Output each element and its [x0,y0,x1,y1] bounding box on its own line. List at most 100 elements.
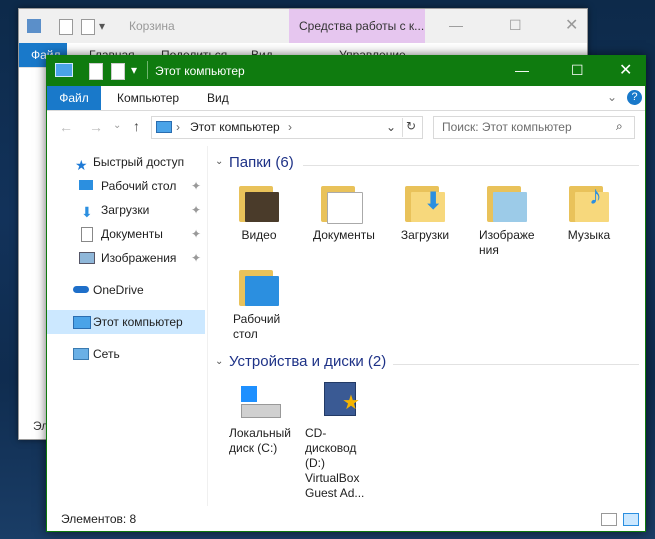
virtualbox-cd-icon: ★ [320,382,360,420]
folder-item-music[interactable]: ♪ Музыка [549,182,629,243]
computer-icon [156,121,172,133]
drive-item-cd-d[interactable]: ★ CD-дисковод (D:) VirtualBox Guest Ad..… [305,382,375,501]
sidebar-item-label: Загрузки [101,203,150,217]
breadcrumb-chevron-icon[interactable]: › [288,120,292,134]
search-input[interactable]: Поиск: Этот компьютер ⌕ [433,116,635,139]
drive-label: CD-дисковод (D:) VirtualBox Guest Ad... [305,426,365,500]
item-count: Элементов: 8 [61,512,137,526]
quick-access-dropdown-icon[interactable]: ▾ [99,19,105,33]
properties-icon [59,19,73,35]
documents-folder-icon [321,184,363,224]
search-placeholder: Поиск: Этот компьютер [442,120,572,134]
search-icon[interactable]: ⌕ [616,119,623,134]
large-icons-view-icon[interactable] [623,513,639,526]
address-dropdown-icon[interactable]: ⌄ [386,120,396,134]
group-divider [393,364,639,365]
details-view-icon[interactable] [601,513,617,526]
content-area: ⌄ Папки (6) Видео Документы ⬇ Загрузки И… [207,146,643,506]
pin-icon[interactable]: ✦ [191,246,201,270]
sidebar-item-label: Быстрый доступ [93,155,185,169]
sidebar-item-label: Рабочий стол [101,179,177,193]
refresh-icon[interactable]: ↻ [406,119,416,133]
forward-arrow-icon[interactable]: → [89,119,103,135]
expand-ribbon-icon[interactable]: ⌄ [607,90,617,104]
group-title-devices[interactable]: Устройства и диски (2) [229,353,386,370]
music-folder-icon: ♪ [569,182,609,222]
recent-dropdown-icon[interactable]: ⌄ [113,120,121,131]
pin-icon[interactable]: ✦ [191,174,201,198]
back-arrow-icon[interactable]: ← [59,119,73,135]
new-folder-icon[interactable] [111,63,125,80]
sidebar-item-quick-access[interactable]: ★ Быстрый доступ [47,150,205,174]
recycle-bin-icon [27,19,41,33]
cloud-icon [73,286,89,293]
navigation-pane: ★ Быстрый доступ Рабочий стол ✦ ⬇ Загруз… [47,146,208,506]
group-title-folders[interactable]: Папки (6) [229,154,294,171]
drive-label: Локальный диск (C:) [229,426,291,455]
address-bar[interactable]: › Этот компьютер › ⌄ ↻ [151,116,423,139]
breadcrumb-chevron-icon[interactable]: › [176,120,180,134]
desktop-folder-icon [239,268,279,306]
tab-computer[interactable]: Компьютер [117,86,179,110]
address-location[interactable]: Этот компьютер [190,120,280,134]
network-icon [73,348,89,360]
sidebar-item-downloads[interactable]: ⬇ Загрузки ✦ [47,198,205,222]
folder-item-documents[interactable]: Документы [301,184,381,243]
quick-access-dropdown-icon[interactable]: ▾ [131,63,137,77]
titlebar: ▾ Этот компьютер — ☐ ✕ [47,56,645,86]
maximize-button[interactable]: ☐ [571,62,584,79]
collapse-chevron-icon[interactable]: ⌄ [215,156,223,167]
properties-icon[interactable] [89,63,103,80]
sidebar-item-label: Документы [101,227,163,241]
maximize-icon[interactable]: ☐ [509,17,522,34]
collapse-chevron-icon[interactable]: ⌄ [215,356,223,367]
windows-logo-icon [241,386,257,402]
desktop-icon [79,180,93,190]
status-bar: Элементов: 8 [47,508,645,530]
sidebar-item-pictures[interactable]: Изображения ✦ [47,246,205,270]
folder-label: Документы [313,228,375,242]
picture-icon [79,252,95,264]
pin-icon[interactable]: ✦ [191,222,201,246]
folder-label: Рабочий стол [233,312,281,341]
video-folder-icon [239,184,279,222]
tab-view[interactable]: Вид [207,86,229,110]
context-tab-label: Средства работы с к... [299,19,425,33]
sidebar-item-label: Этот компьютер [93,315,183,329]
minimize-button[interactable]: — [515,62,529,78]
help-icon[interactable]: ? [627,90,642,105]
folder-item-videos[interactable]: Видео [219,184,299,243]
sidebar-item-network[interactable]: Сеть [47,342,205,366]
folder-label: Загрузки [400,228,450,242]
folder-label: Музыка [567,228,611,242]
context-tab-header: Средства работы с к... [289,9,425,43]
up-arrow-icon[interactable]: ↑ [133,118,140,134]
explorer-window: ▾ Этот компьютер — ☐ ✕ Файл Компьютер Ви… [46,55,646,532]
downloads-folder-icon: ⬇ [405,184,445,222]
computer-icon [55,63,73,77]
new-folder-icon [81,19,95,35]
drive-body-icon [241,404,281,418]
star-icon: ★ [342,392,360,414]
minimize-icon[interactable]: — [449,17,463,33]
sidebar-item-documents[interactable]: Документы ✦ [47,222,205,246]
sidebar-item-onedrive[interactable]: OneDrive [47,278,205,302]
navigation-bar: ← → ⌄ ↑ › Этот компьютер › ⌄ ↻ Поиск: Эт… [47,111,645,145]
close-icon[interactable]: ✕ [565,15,578,35]
drive-item-local-c[interactable]: Локальный диск (C:) [219,382,299,456]
hard-drive-icon [239,382,281,420]
group-divider [303,165,639,166]
sidebar-item-label: Изображения [101,251,177,265]
folder-item-downloads[interactable]: ⬇ Загрузки [385,184,465,243]
sidebar-item-this-pc[interactable]: Этот компьютер [47,310,205,334]
computer-icon [73,316,91,329]
folder-item-desktop[interactable]: Рабочий стол [219,268,299,342]
folder-label: Изображения [479,228,535,257]
ribbon-tabs: Файл Компьютер Вид ⌄ ? [47,86,645,111]
file-tab[interactable]: Файл [47,86,101,110]
sidebar-item-desktop[interactable]: Рабочий стол ✦ [47,174,205,198]
sidebar-item-label: Сеть [93,347,120,361]
pin-icon[interactable]: ✦ [191,198,201,222]
close-button[interactable]: ✕ [619,60,632,80]
folder-item-pictures[interactable]: Изображения [467,184,547,258]
